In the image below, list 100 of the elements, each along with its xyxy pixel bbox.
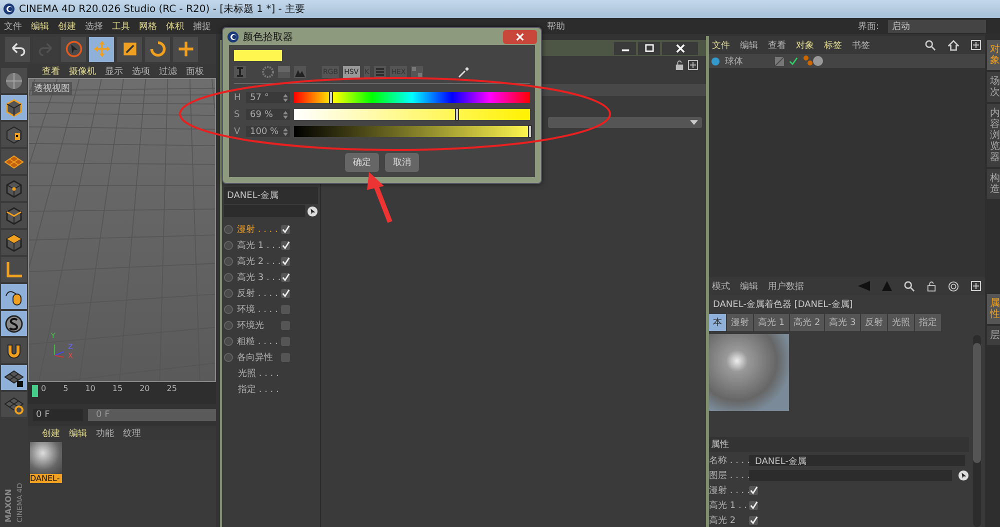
menu-item[interactable]: 帮助 [547, 20, 565, 32]
solo-mode-button[interactable] [1, 311, 27, 336]
search-icon[interactable] [904, 280, 915, 292]
object-menu-item[interactable]: 标签 [824, 38, 842, 52]
menu-item[interactable]: 体积 [166, 20, 184, 32]
maximize-button[interactable] [638, 42, 660, 54]
new-panel-icon[interactable] [971, 281, 981, 291]
menu-item[interactable]: 文件 [4, 20, 22, 32]
side-tab[interactable]: 内容浏览器 [987, 104, 1000, 167]
checkbox[interactable] [749, 516, 758, 525]
menu-item[interactable]: 编辑 [31, 20, 49, 32]
material-menu-item[interactable]: 纹理 [123, 426, 141, 440]
channel-dot-icon[interactable] [224, 257, 233, 266]
channel-dot-icon[interactable] [224, 289, 233, 298]
side-tab[interactable]: 层 [987, 326, 1000, 345]
menu-item[interactable]: 网格 [139, 20, 157, 32]
visibility-toggle-icon[interactable] [775, 56, 784, 66]
cursor-picker-icon[interactable] [307, 206, 318, 216]
object-row[interactable]: 球体 [709, 54, 985, 68]
channel-tab[interactable]: 光照 [888, 314, 914, 331]
channel-checkbox[interactable] [281, 273, 290, 282]
channel-checkbox[interactable] [281, 321, 290, 330]
eyedropper-icon[interactable] [458, 66, 470, 78]
slider-handle[interactable] [528, 125, 532, 138]
channel-dot-icon[interactable] [224, 321, 233, 330]
channel-checkbox[interactable] [281, 289, 290, 298]
viewport-menu-item[interactable]: 查看 [42, 64, 60, 78]
color-wheel-icon[interactable] [262, 66, 274, 78]
channel-label[interactable]: 环境 . . . . [237, 303, 277, 316]
model-mode-button[interactable] [1, 95, 27, 120]
channel-checkbox[interactable] [281, 353, 290, 362]
timeline-ruler[interactable]: 0 5 10 15 20 25 [28, 382, 216, 404]
channel-dot-icon[interactable] [224, 241, 233, 250]
channel-label[interactable]: 反射 . . . . [237, 287, 277, 300]
magnet-mode-button[interactable] [1, 338, 27, 363]
cancel-button[interactable]: 取消 [385, 153, 419, 172]
swatch-list-icon[interactable] [374, 66, 386, 78]
add-tool-button[interactable] [173, 36, 198, 62]
search-icon[interactable] [925, 40, 936, 50]
minimize-button[interactable] [614, 42, 636, 54]
swatch-grid-icon[interactable] [410, 66, 423, 78]
channel-label[interactable]: 粗糙 . . . . [237, 335, 277, 348]
material-tag-icon[interactable] [803, 55, 823, 67]
workplane-mode-button[interactable] [1, 149, 27, 174]
material-sphere-thumbnail[interactable] [30, 442, 62, 474]
slider-handle[interactable] [329, 91, 334, 104]
channel-dot-icon[interactable] [224, 273, 233, 282]
channel-tab[interactable]: 反射 [860, 314, 887, 331]
edges-mode-button[interactable] [1, 203, 27, 228]
attribute-menu-item[interactable]: 编辑 [740, 280, 758, 292]
channel-dot-icon[interactable] [224, 337, 233, 346]
new-panel-icon[interactable] [688, 60, 698, 70]
channel-tab[interactable]: 指定 [914, 314, 941, 331]
object-menu-item[interactable]: 文件 [712, 38, 730, 52]
channel-tab[interactable]: 高光 3 [825, 314, 860, 331]
close-button[interactable] [503, 30, 537, 44]
check-icon[interactable] [789, 56, 798, 66]
attribute-menu-item[interactable]: 用户数据 [768, 280, 804, 292]
slider-handle[interactable] [454, 108, 459, 121]
side-tab[interactable]: 属性 [987, 294, 1000, 324]
dropdown-field[interactable] [548, 117, 702, 128]
attribute-menu-item[interactable]: 模式 [712, 280, 730, 292]
material-name-field[interactable]: DANEL-金属 [224, 187, 318, 204]
axis-mode-button[interactable] [1, 257, 27, 282]
viewport-menu-item[interactable]: 显示 [105, 64, 123, 78]
new-panel-icon[interactable] [971, 40, 981, 50]
menu-item[interactable]: 工具 [112, 20, 130, 32]
channel-label[interactable]: 漫射 . . . . [237, 223, 277, 236]
channel-checkbox[interactable] [281, 305, 290, 314]
target-icon[interactable] [948, 280, 959, 292]
channel-label[interactable]: 环境光 [237, 319, 277, 332]
mouse-mode-button[interactable] [1, 284, 27, 309]
channel-checkbox[interactable] [281, 337, 290, 346]
object-menu-item[interactable]: 查看 [768, 38, 786, 52]
channel-label[interactable]: 光照 . . . . [224, 367, 278, 380]
value-spinner[interactable]: 57 ° [246, 92, 290, 103]
polygons-mode-button[interactable] [1, 230, 27, 255]
color-slider[interactable] [294, 126, 530, 137]
menu-item[interactable]: 创建 [58, 20, 76, 32]
ok-button[interactable]: 确定 [345, 153, 379, 172]
channel-checkbox[interactable] [281, 241, 290, 250]
color-slider[interactable] [294, 92, 530, 103]
channel-dot-icon[interactable] [224, 353, 233, 362]
side-tab[interactable]: 场次 [987, 72, 1000, 102]
material-name[interactable]: DANEL- [30, 474, 62, 483]
side-tab[interactable]: 构造 [987, 169, 1000, 199]
home-icon[interactable] [948, 40, 959, 50]
texture-mode-button[interactable] [1, 122, 27, 147]
layout-dropdown[interactable]: 启动 [888, 20, 986, 32]
object-menu-item[interactable]: 对象 [796, 38, 814, 52]
checkbox[interactable] [749, 486, 758, 495]
channel-tab[interactable]: 高光 1 [754, 314, 789, 331]
checkbox[interactable] [749, 501, 758, 510]
scale-tool-button[interactable] [117, 36, 142, 62]
close-button[interactable] [662, 42, 698, 54]
channel-tab[interactable]: 高光 2 [790, 314, 824, 331]
scrollbar[interactable] [973, 335, 981, 527]
rotate-tool-button[interactable] [145, 36, 170, 62]
menu-item[interactable]: 选择 [85, 20, 103, 32]
material-menu-item[interactable]: 编辑 [69, 426, 87, 440]
